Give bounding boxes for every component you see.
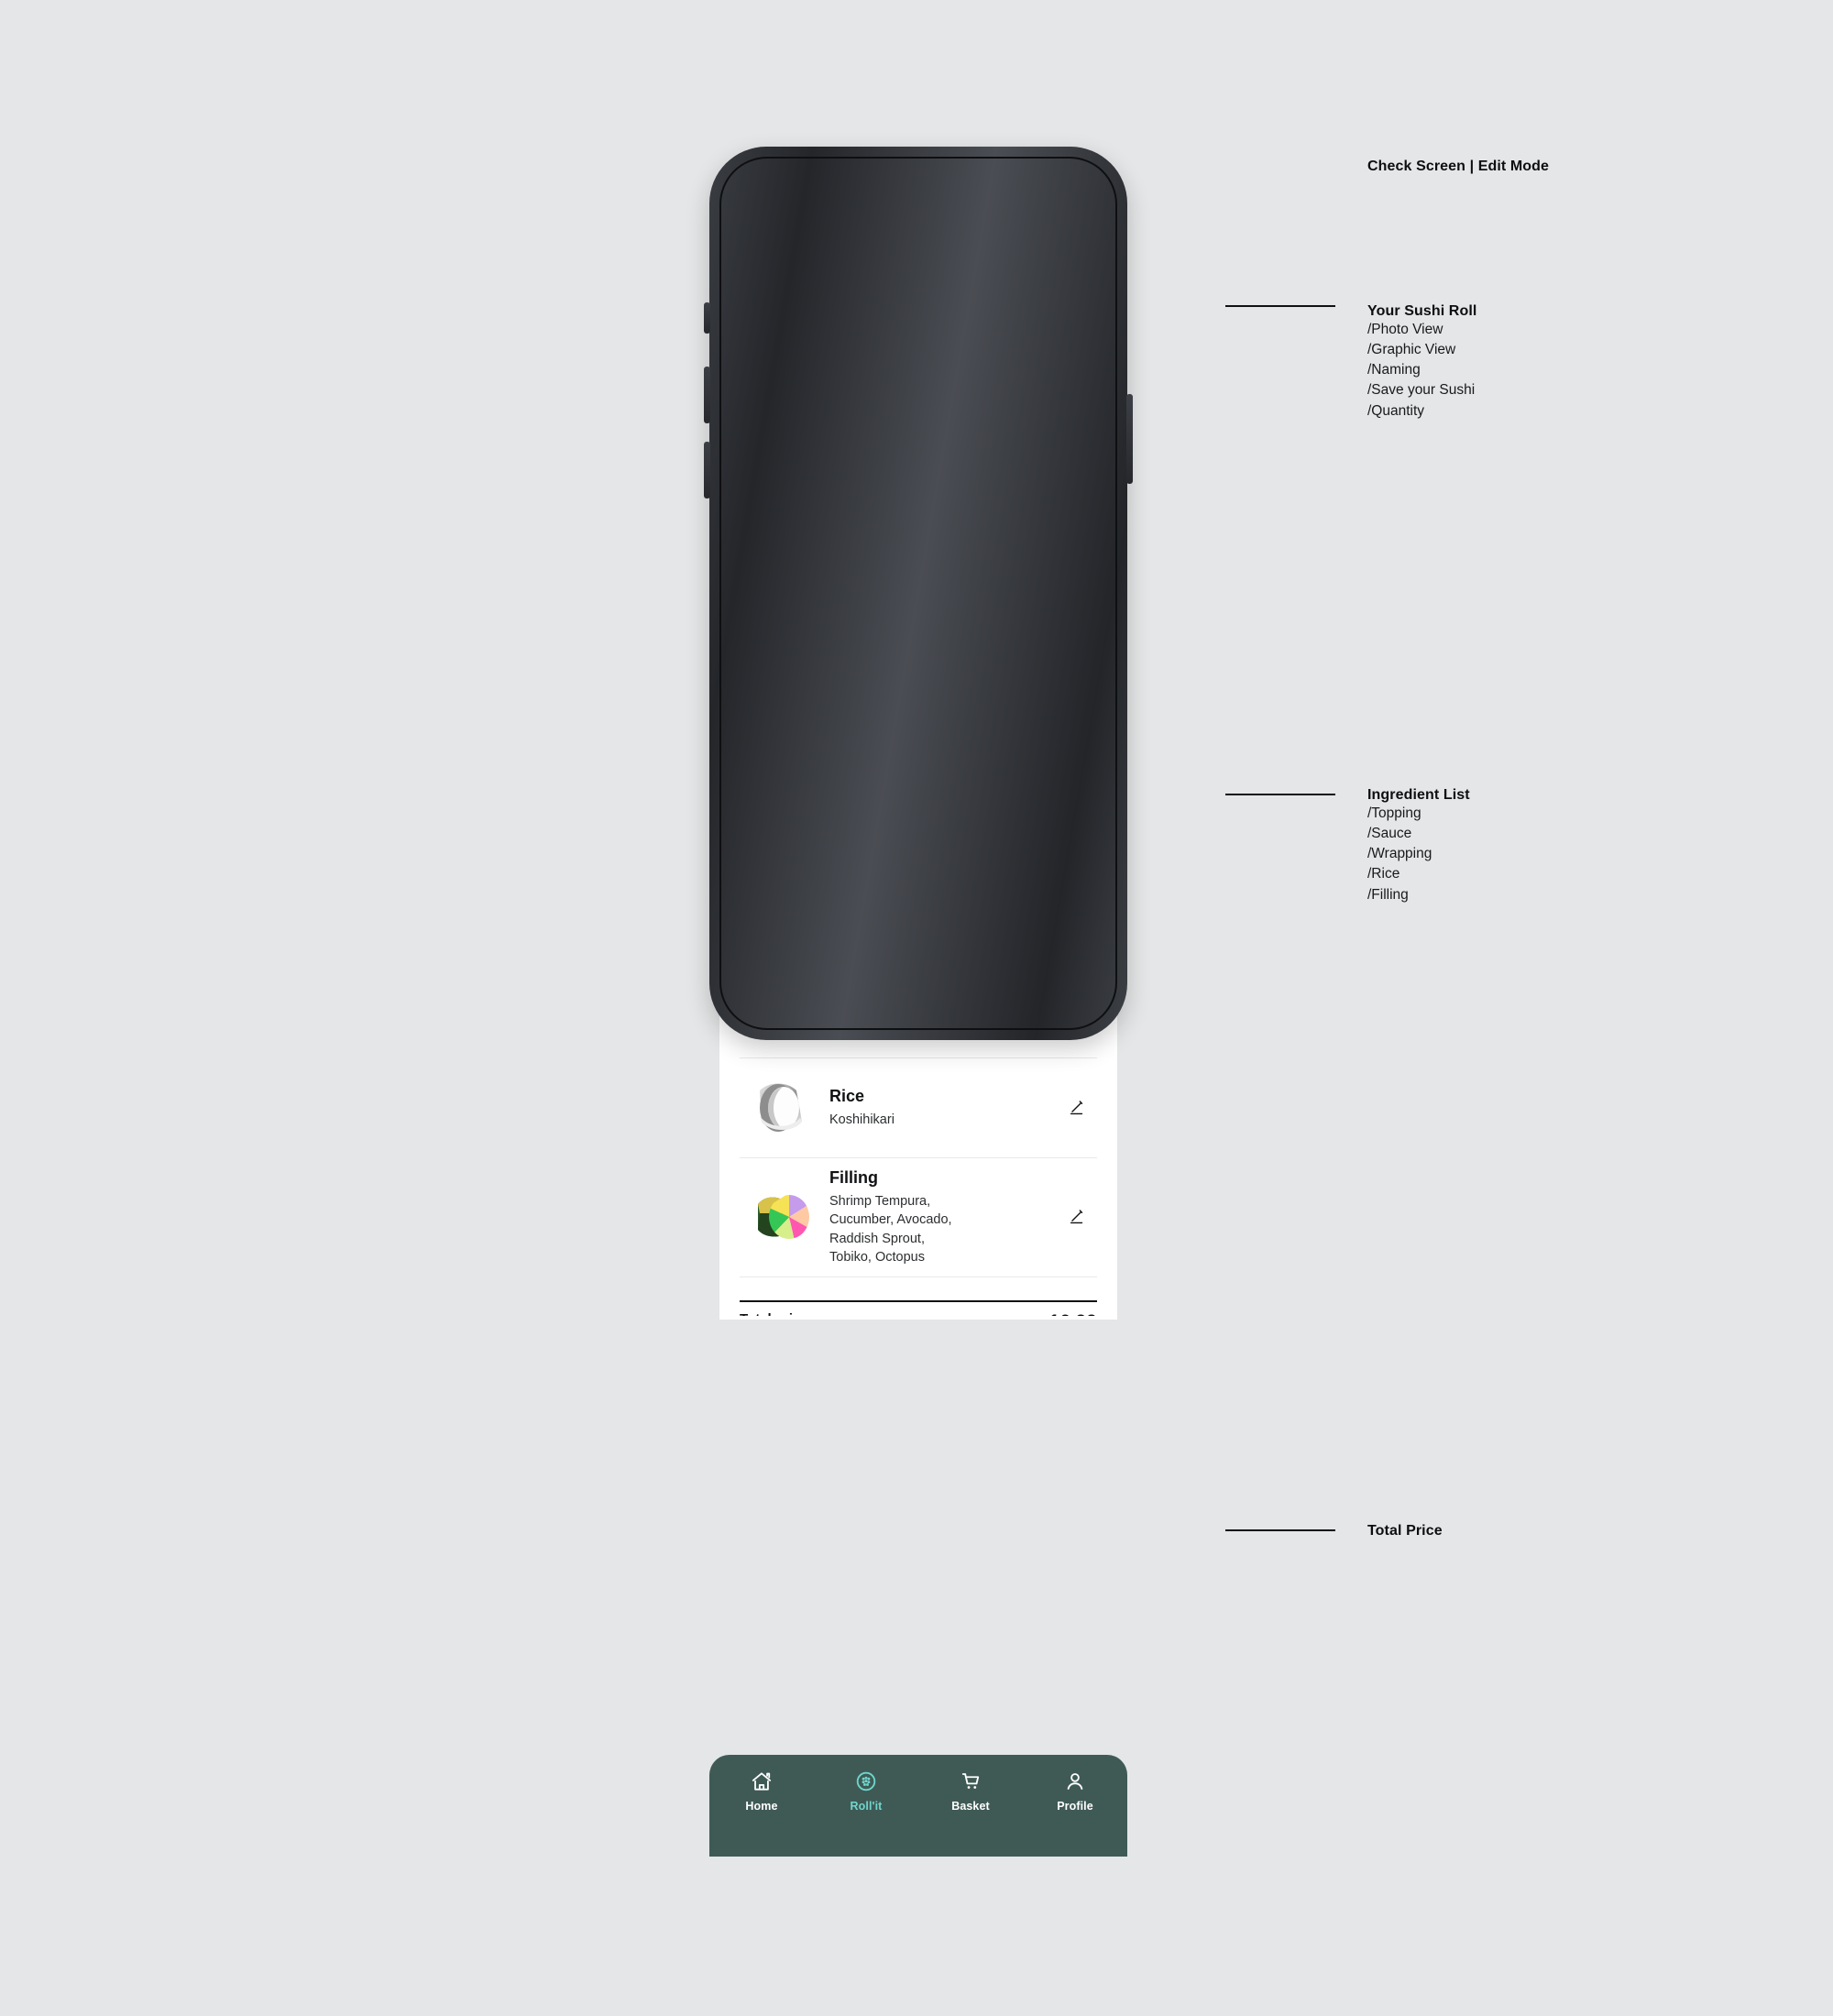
tab-label: Basket	[951, 1800, 990, 1813]
ingredient-text: Wrapping Sesame	[824, 986, 1057, 1029]
wifi-icon	[1036, 173, 1053, 185]
tab-basket[interactable]: Basket	[918, 1769, 1023, 1813]
status-bar: 9:41	[719, 157, 1117, 203]
dynamic-island	[862, 167, 975, 200]
ingredient-value: Sesame	[829, 1012, 879, 1027]
tab-label: Profile	[1057, 1800, 1093, 1813]
edit-pencil-icon[interactable]	[1057, 1098, 1097, 1118]
table-row[interactable]: Wrapping Sesame	[740, 959, 1097, 1058]
tab-profile[interactable]: Profile	[1023, 1769, 1127, 1813]
edit-pencil-icon[interactable]	[1057, 898, 1097, 918]
rice-ring-icon	[740, 1073, 824, 1143]
annotation-screen-label: Check Screen | Edit Mode	[1367, 159, 1550, 174]
leader-line	[1225, 1529, 1335, 1531]
download-icon	[975, 543, 991, 558]
ingredient-value: Loup de Mer	[829, 812, 905, 827]
tab-rollit[interactable]: Roll'it	[814, 1769, 918, 1813]
page-title: Your Sushi	[842, 270, 994, 305]
annotation-total-price: Total Price	[1367, 1523, 1443, 1539]
filling-wheel-icon	[740, 1182, 824, 1252]
rollit-icon	[856, 1771, 876, 1791]
ingredient-text: Sauce Spicy Sauce	[824, 886, 1057, 929]
ingredient-category: Filling	[829, 1168, 878, 1187]
volume-down-button	[704, 442, 710, 499]
bottom-tab-bar: Home Roll'it Basket Profile	[709, 1755, 1127, 1857]
ingredient-category: Topping	[829, 787, 894, 806]
edit-pencil-icon[interactable]	[1057, 998, 1097, 1018]
quantity-increment-button[interactable]: +	[944, 595, 982, 632]
chopstick-roe-icon	[740, 674, 824, 743]
person-icon	[1067, 1773, 1083, 1790]
total-price-value: 16,99	[1048, 1311, 1097, 1316]
edit-pencil-icon[interactable]	[1057, 698, 1097, 718]
power-button	[1126, 394, 1133, 484]
flower-icon	[1074, 323, 1087, 342]
table-row[interactable]: Sauce Spicy Sauce	[740, 859, 1097, 959]
battery-icon	[1059, 171, 1090, 188]
silent-switch	[704, 302, 710, 334]
ingredient-value: Koshihikari	[829, 1112, 895, 1127]
ingredient-list: Topping Salmon Roe Topping Loup de Mer S…	[719, 659, 1117, 1277]
leader-line	[1225, 794, 1335, 795]
edit-pencil-icon[interactable]	[1057, 798, 1097, 818]
food-pattern-icon	[719, 216, 1112, 418]
wrapping-ring-icon	[740, 973, 824, 1043]
ingredient-text: Filling Shrimp Tempura, Cucumber, Avocad…	[824, 1167, 1057, 1267]
table-row[interactable]: Topping Salmon Roe	[740, 659, 1097, 759]
save-sushi-button[interactable]	[962, 531, 1004, 572]
quantity-value[interactable]: 1	[865, 595, 931, 632]
ingredient-category: Topping	[829, 687, 894, 707]
tab-label: Roll'it	[850, 1800, 883, 1813]
edit-pencil-icon[interactable]	[1057, 1207, 1097, 1227]
tab-home[interactable]: Home	[709, 1769, 814, 1813]
photo-view-button[interactable]	[1060, 312, 1101, 353]
ingredient-value: Spicy Sauce	[829, 912, 904, 927]
ingredient-text: Topping Salmon Roe	[824, 686, 1057, 729]
sauce-arc-icon	[740, 873, 824, 943]
table-row[interactable]: Filling Shrimp Tempura, Cucumber, Avocad…	[740, 1158, 1097, 1277]
hero-header: Check Your Sushi 2D	[719, 203, 1117, 436]
ingredient-category: Rice	[829, 1087, 865, 1106]
mockup-stage: 9:41 Check Your Sushi 2D Dragon Roll - 1…	[0, 0, 1833, 2016]
leader-line	[1225, 305, 1335, 307]
tab-label: Home	[745, 1800, 778, 1813]
phone-screen: 9:41 Check Your Sushi 2D Dragon Roll - 1…	[719, 157, 1117, 1316]
total-price-label: Total price	[740, 1311, 821, 1316]
status-icons	[1009, 171, 1090, 188]
graphic-view-button[interactable]: 2D	[1060, 360, 1101, 400]
sushi-name-input[interactable]: Dragon Roll	[822, 534, 965, 569]
volume-up-button	[704, 367, 710, 423]
quantity-stepper: - 1 +	[815, 595, 982, 632]
status-time: 9:41	[756, 169, 794, 189]
cart-icon	[961, 1773, 980, 1789]
ingredient-text: Rice Koshihikari	[824, 1086, 1057, 1129]
ingredient-category: Sauce	[829, 887, 879, 906]
annotation-sushi-roll: Your Sushi Roll /Photo View /Graphic Vie…	[1367, 303, 1477, 419]
table-row[interactable]: Topping Loup de Mer	[740, 759, 1097, 859]
home-icon	[752, 1772, 772, 1791]
ingredient-text: Topping Loup de Mer	[824, 786, 1057, 829]
header-kicker: Check	[899, 251, 938, 265]
total-price-section: Total price (in Euro incl. VAT) 16,99	[740, 1300, 1097, 1316]
quantity-decrement-button[interactable]: -	[815, 595, 852, 632]
annotation-ingredient-list: Ingredient List /Topping /Sauce /Wrappin…	[1367, 787, 1470, 903]
ingredient-category: Wrapping	[829, 987, 906, 1006]
ingredient-value: Shrimp Tempura, Cucumber, Avocado, Raddi…	[829, 1193, 952, 1265]
table-row[interactable]: Rice Koshihikari	[740, 1058, 1097, 1158]
fish-slice-icon	[740, 773, 824, 843]
ingredient-value: Salmon Roe	[829, 712, 903, 728]
cellular-bars-icon	[1009, 172, 1029, 187]
